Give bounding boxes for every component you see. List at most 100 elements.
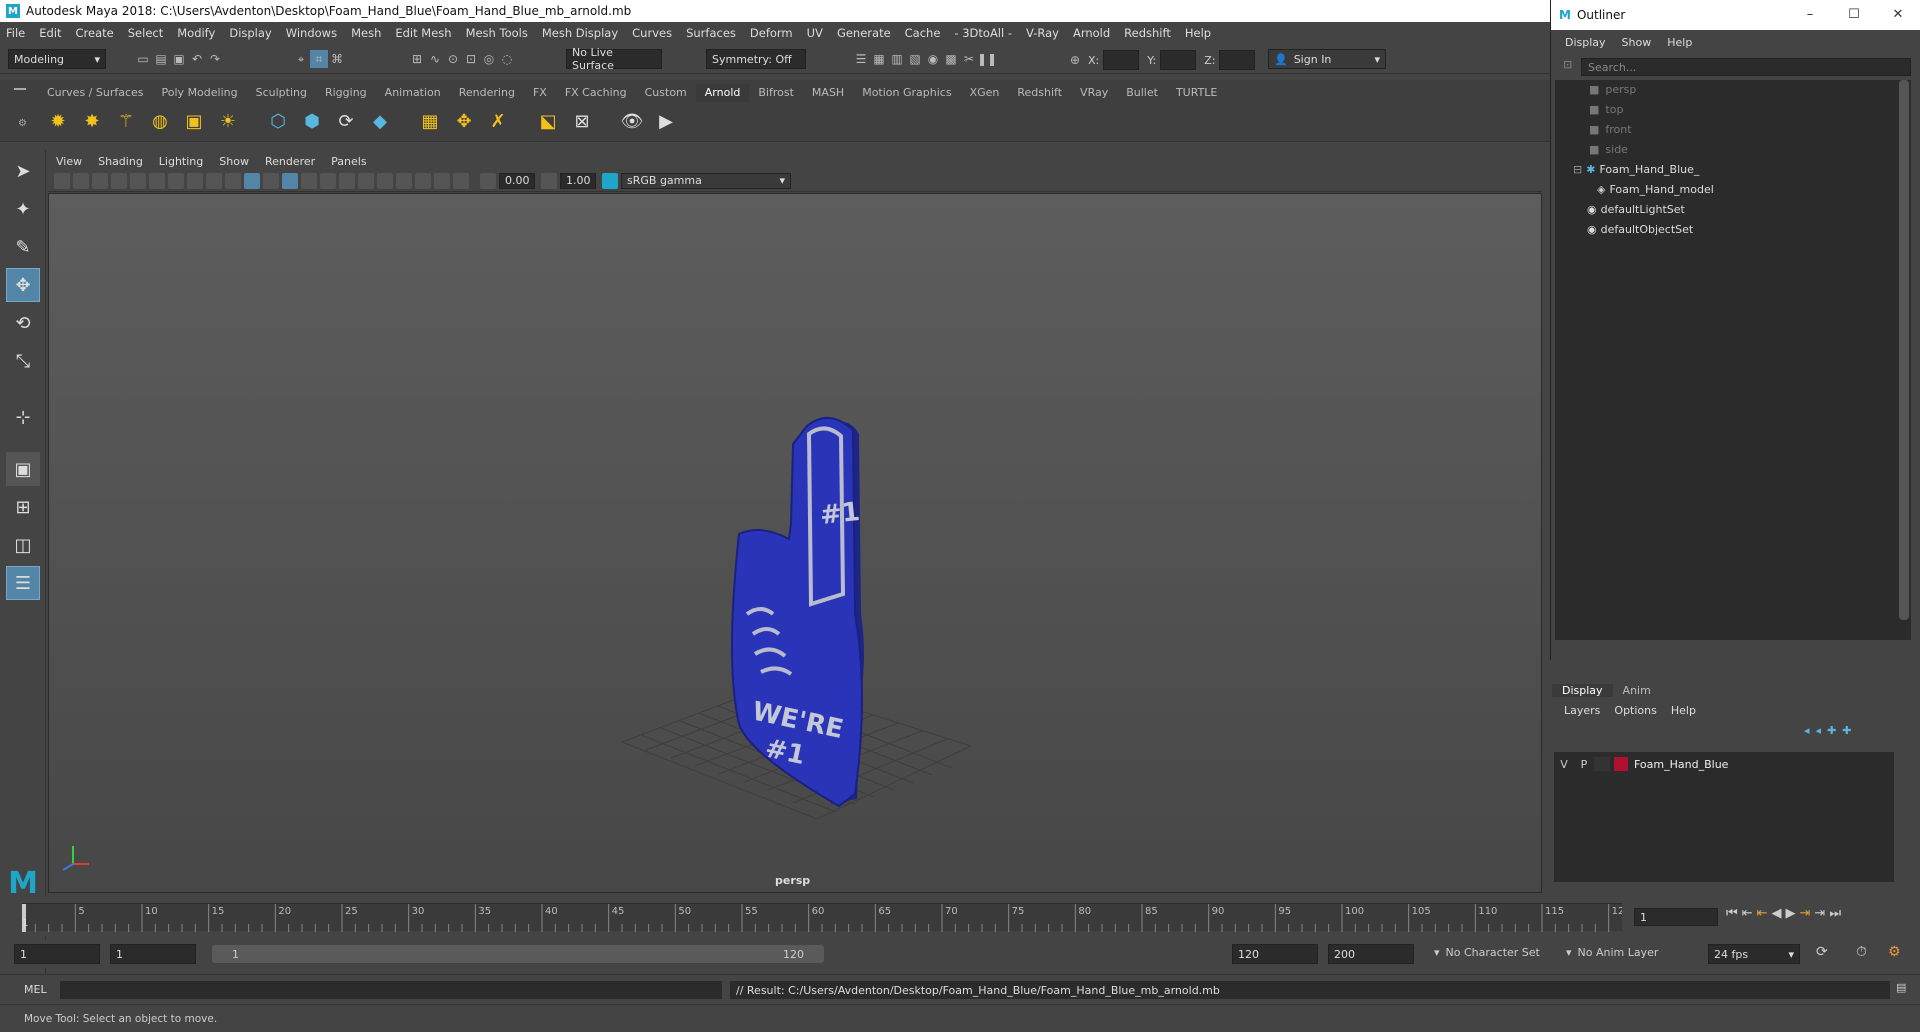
- maximize-icon[interactable]: ☐: [1847, 8, 1861, 22]
- layer-color-swatch[interactable]: [1614, 757, 1628, 771]
- menu-create[interactable]: Create: [76, 26, 114, 40]
- range-slider[interactable]: 1 120: [212, 945, 824, 963]
- pause-icon[interactable]: ❚❚: [977, 50, 997, 68]
- time-ruler[interactable]: 5 10 15 20 25 30 35 40 45 50 55 60 65 70 75 80 85 90 95 100…: [21, 903, 1631, 932]
- curve-collector-icon[interactable]: ⟳: [332, 107, 360, 135]
- menu-help[interactable]: Help: [1185, 26, 1211, 40]
- shelf-tab-bullet[interactable]: Bullet: [1117, 84, 1167, 102]
- menu-edit-mesh[interactable]: Edit Mesh: [395, 26, 451, 40]
- gate-mask-icon[interactable]: [168, 172, 184, 189]
- go-to-start-icon[interactable]: ⏮: [1726, 906, 1738, 921]
- transform-mode-icon[interactable]: ⊕: [1066, 51, 1084, 69]
- shelf-tab-arnold[interactable]: Arnold: [695, 84, 750, 102]
- smooth-shade-icon[interactable]: [244, 172, 260, 189]
- outliner-item-foam-hand-group[interactable]: ⊟ ✱ Foam_Hand_Blue_: [1573, 160, 1699, 178]
- playback-start-field[interactable]: 1: [110, 944, 196, 964]
- paint-select-tool-icon[interactable]: ✎: [6, 230, 40, 264]
- open-scene-icon[interactable]: ▤: [152, 50, 170, 68]
- shelf-menu-icon[interactable]: [14, 88, 26, 90]
- tx-convert-icon[interactable]: ✥: [450, 107, 478, 135]
- shelf-tab-xgen[interactable]: XGen: [961, 84, 1009, 102]
- render-frame-icon[interactable]: ▦: [870, 50, 888, 68]
- snap-view-icon[interactable]: ⊡: [462, 50, 480, 68]
- tab-anim[interactable]: Anim: [1613, 684, 1661, 697]
- panel-menu-renderer[interactable]: Renderer: [265, 155, 315, 168]
- menu-surfaces[interactable]: Surfaces: [686, 26, 736, 40]
- snap-surface-icon[interactable]: ◎: [480, 50, 498, 68]
- layer-menu-layers[interactable]: Layers: [1564, 704, 1600, 717]
- z-field[interactable]: [1219, 50, 1256, 70]
- antialiasing-icon[interactable]: [377, 172, 393, 189]
- gamma-icon[interactable]: [541, 172, 557, 189]
- textured-icon[interactable]: [282, 172, 298, 189]
- shelf-tab-rigging[interactable]: Rigging: [316, 84, 376, 102]
- physical-sky-icon[interactable]: ☀: [214, 107, 242, 135]
- move-tool-icon[interactable]: ✥: [6, 268, 40, 302]
- step-forward-key-icon[interactable]: ⇥: [1814, 906, 1825, 921]
- image-plane-icon[interactable]: [92, 172, 108, 189]
- lasso-tool-icon[interactable]: ✦: [6, 192, 40, 226]
- color-space-selector[interactable]: sRGB gamma ▾: [621, 172, 791, 189]
- shelf-tab-custom[interactable]: Custom: [636, 84, 696, 102]
- new-layer-icon[interactable]: ✚: [1827, 724, 1836, 737]
- arnold-ipr-icon[interactable]: ✂: [960, 50, 978, 68]
- shelf-tab-poly-modeling[interactable]: Poly Modeling: [153, 84, 247, 102]
- outliner-item-front[interactable]: ■ front: [1589, 120, 1632, 138]
- film-gate-icon[interactable]: [130, 172, 146, 189]
- rotate-tool-icon[interactable]: ⟲: [6, 306, 40, 340]
- wireframe-icon[interactable]: [225, 172, 241, 189]
- shelf-tab-mash[interactable]: MASH: [803, 84, 853, 102]
- layer-playback-toggle[interactable]: P: [1574, 758, 1594, 771]
- grid-toggle-icon[interactable]: [111, 172, 127, 189]
- y-field[interactable]: [1160, 50, 1197, 70]
- outliner-item-top[interactable]: ■ top: [1589, 100, 1623, 118]
- shelf-settings-icon[interactable]: ⚙: [18, 118, 27, 129]
- menu-select[interactable]: Select: [128, 26, 163, 40]
- outliner-item-default-object-set[interactable]: ◉ defaultObjectSet: [1587, 220, 1693, 238]
- outliner-search-input[interactable]: Search...: [1581, 58, 1911, 76]
- step-back-frame-icon[interactable]: ⇤: [1757, 906, 1768, 921]
- field-chart-icon[interactable]: [187, 172, 203, 189]
- menu-redshift[interactable]: Redshift: [1124, 26, 1171, 40]
- snap-live-icon[interactable]: ◌: [498, 50, 516, 68]
- select-object-icon[interactable]: ⌗: [310, 50, 328, 68]
- license-manager-icon[interactable]: ⬕: [534, 107, 562, 135]
- flush-cache-icon[interactable]: ✗: [484, 107, 512, 135]
- shelf-tab-fx[interactable]: FX: [524, 84, 556, 102]
- safe-action-icon[interactable]: [206, 172, 222, 189]
- export-standin-icon[interactable]: ⬢: [298, 107, 326, 135]
- menu-modify[interactable]: Modify: [177, 26, 215, 40]
- shelf-tab-animation[interactable]: Animation: [376, 84, 450, 102]
- scale-tool-icon[interactable]: ⤡: [6, 344, 40, 378]
- panel-menu-shading[interactable]: Shading: [98, 155, 143, 168]
- select-component-icon[interactable]: ⌘: [328, 50, 346, 68]
- menu-file[interactable]: File: [6, 26, 25, 40]
- tab-display[interactable]: Display: [1552, 683, 1613, 697]
- new-scene-icon[interactable]: ▭: [134, 50, 152, 68]
- hypershade-icon[interactable]: ◉: [924, 50, 942, 68]
- anim-layer-selector[interactable]: ▾ No Anim Layer: [1566, 946, 1658, 959]
- isolate-select-icon[interactable]: [415, 172, 431, 189]
- move-layer-down-icon[interactable]: ◂: [1816, 724, 1822, 737]
- animation-start-field[interactable]: 1: [14, 944, 100, 964]
- panel-menu-show[interactable]: Show: [219, 155, 249, 168]
- snap-curve-icon[interactable]: ∿: [426, 50, 444, 68]
- panel-menu-lighting[interactable]: Lighting: [159, 155, 203, 168]
- animation-end-field[interactable]: 200: [1328, 944, 1414, 964]
- photometric-light-icon[interactable]: ⚚: [112, 107, 140, 135]
- menu-cache[interactable]: Cache: [905, 26, 941, 40]
- menu-curves[interactable]: Curves: [632, 26, 672, 40]
- snap-point-icon[interactable]: ⊙: [444, 50, 462, 68]
- outliner-menu-help[interactable]: Help: [1667, 36, 1692, 49]
- menu-vray[interactable]: V-Ray: [1026, 26, 1059, 40]
- ipr-render-icon[interactable]: ▥: [888, 50, 906, 68]
- fps-selector[interactable]: 24 fps ▾: [1708, 944, 1800, 964]
- layer-menu-options[interactable]: Options: [1614, 704, 1656, 717]
- character-set-selector[interactable]: ▾ No Character Set: [1434, 946, 1540, 959]
- mode-selector[interactable]: Modeling ▾: [8, 49, 106, 69]
- shelf-tab-bifrost[interactable]: Bifrost: [749, 84, 803, 102]
- shelf-tab-rendering[interactable]: Rendering: [450, 84, 524, 102]
- shelf-tab-curves-surfaces[interactable]: Curves / Surfaces: [38, 84, 153, 102]
- script-language-toggle[interactable]: MEL: [24, 983, 47, 996]
- playback-end-field[interactable]: 120: [1232, 944, 1318, 964]
